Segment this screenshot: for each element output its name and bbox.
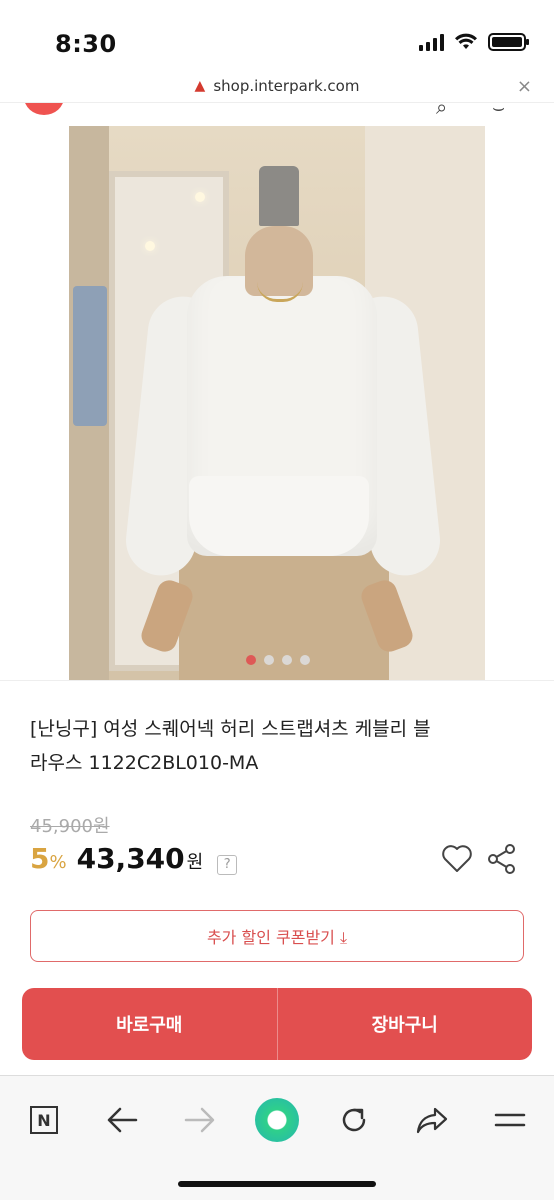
status-icons bbox=[419, 33, 529, 51]
status-bar: 8:30 bbox=[0, 0, 554, 70]
pagination-dot[interactable] bbox=[300, 655, 310, 665]
logo[interactable] bbox=[24, 103, 64, 115]
pagination-dot[interactable] bbox=[264, 655, 274, 665]
image-mannequin-top bbox=[259, 166, 299, 226]
discount-value: 5 bbox=[30, 842, 50, 875]
image-light bbox=[145, 241, 155, 251]
purchase-bar: 바로구매 장바구니 bbox=[22, 988, 532, 1060]
close-icon[interactable]: × bbox=[517, 76, 532, 97]
product-title-line: 라우스 1122C2BL010-MA bbox=[30, 752, 259, 774]
heart-icon[interactable] bbox=[440, 842, 474, 876]
divider bbox=[0, 680, 554, 681]
back-icon[interactable] bbox=[100, 1098, 144, 1142]
help-icon[interactable]: ? bbox=[217, 855, 238, 875]
reload-icon[interactable] bbox=[332, 1098, 376, 1142]
product-title-line: [난닝구] 여성 스퀘어넥 허리 스트랩셔츠 케블리 블 bbox=[30, 718, 431, 740]
product-image[interactable] bbox=[69, 126, 485, 680]
status-time: 8:30 bbox=[55, 30, 117, 58]
search-icon[interactable]: ⌕ bbox=[436, 103, 447, 116]
discount-unit: % bbox=[49, 852, 67, 873]
naver-icon[interactable]: N bbox=[22, 1098, 66, 1142]
url-bar[interactable]: ▲ shop.interpark.com × bbox=[0, 70, 554, 102]
buy-now-button[interactable]: 바로구매 bbox=[22, 988, 277, 1060]
forward-icon[interactable] bbox=[178, 1098, 222, 1142]
sale-price: 43,340 원 bbox=[77, 842, 204, 875]
green-dot-icon[interactable] bbox=[255, 1098, 299, 1142]
warning-icon: ▲ bbox=[194, 78, 206, 94]
pagination-dot[interactable] bbox=[246, 655, 256, 665]
wifi-icon bbox=[455, 33, 477, 49]
cart-icon[interactable]: ⌣ bbox=[492, 103, 505, 116]
sale-price-unit: 원 bbox=[186, 852, 204, 873]
image-peplum bbox=[189, 476, 369, 556]
price-row: 5% 43,340 원 ? bbox=[30, 842, 238, 875]
share-icon[interactable] bbox=[486, 843, 518, 875]
signal-icon bbox=[419, 33, 444, 51]
share-forward-icon[interactable] bbox=[410, 1098, 454, 1142]
add-to-cart-button[interactable]: 장바구니 bbox=[278, 988, 533, 1060]
product-title: [난닝구] 여성 스퀘어넥 허리 스트랩셔츠 케블리 블 라우스 1122C2B… bbox=[30, 712, 530, 780]
url-field[interactable]: ▲ shop.interpark.com bbox=[195, 77, 360, 95]
coupon-button[interactable]: 추가 할인 쿠폰받기 ⤓ bbox=[30, 910, 524, 962]
pagination-dot[interactable] bbox=[282, 655, 292, 665]
home-indicator bbox=[178, 1181, 376, 1187]
sale-price-value: 43,340 bbox=[76, 842, 185, 875]
discount-rate: 5% bbox=[30, 842, 67, 875]
battery-icon bbox=[488, 33, 529, 51]
menu-icon[interactable] bbox=[488, 1098, 532, 1142]
url-text: shop.interpark.com bbox=[213, 77, 360, 95]
image-pagination[interactable] bbox=[246, 655, 310, 665]
image-light bbox=[195, 192, 205, 202]
image-rack bbox=[73, 286, 107, 426]
browser-toolbar: N bbox=[0, 1075, 554, 1200]
site-header: ⌕ ⌣ bbox=[0, 102, 554, 116]
original-price: 45,900원 bbox=[30, 816, 110, 837]
